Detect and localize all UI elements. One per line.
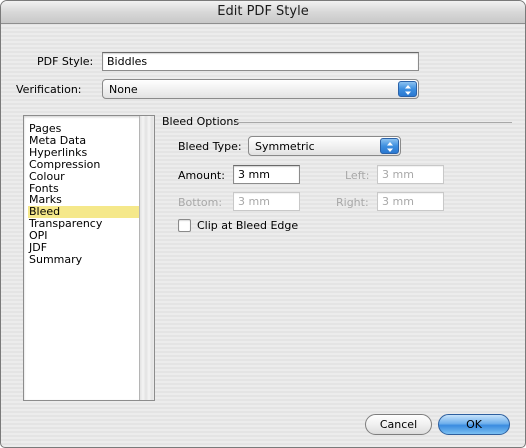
ok-button[interactable]: OK bbox=[438, 414, 510, 435]
popup-arrows-icon bbox=[398, 81, 417, 97]
bleed-type-selected-value: Symmetric bbox=[255, 140, 315, 153]
bottom-field[interactable]: 3 mm bbox=[233, 192, 300, 211]
sidebar-item-summary[interactable]: Summary bbox=[28, 253, 140, 266]
verification-selected-value: None bbox=[109, 83, 138, 96]
verification-label: Verification: bbox=[16, 83, 82, 96]
bottom-label: Bottom: bbox=[178, 196, 223, 209]
pdf-style-name-field[interactable]: Biddles bbox=[102, 52, 419, 71]
category-list-scrollbar[interactable] bbox=[139, 116, 154, 400]
left-field[interactable]: 3 mm bbox=[377, 165, 444, 184]
group-divider bbox=[234, 122, 512, 123]
popup-arrows-icon bbox=[380, 138, 399, 154]
edit-pdf-style-dialog: Edit PDF Style PDF Style: Biddles Verifi… bbox=[0, 0, 526, 448]
bleed-options-title: Bleed Options bbox=[162, 115, 240, 128]
verification-popup[interactable]: None bbox=[102, 79, 419, 99]
category-list[interactable]: Pages Meta Data Hyperlinks Compression Colou… bbox=[23, 115, 155, 401]
left-label: Left: bbox=[345, 169, 370, 182]
clip-at-bleed-edge-checkbox[interactable] bbox=[178, 219, 191, 232]
amount-label: Amount: bbox=[178, 169, 225, 182]
sidebar-item-hyperlinks[interactable]: Hyperlinks bbox=[28, 146, 140, 159]
right-field[interactable]: 3 mm bbox=[377, 192, 444, 211]
bleed-type-popup[interactable]: Symmetric bbox=[248, 136, 401, 156]
sidebar-item-compression[interactable]: Compression bbox=[28, 158, 140, 171]
bleed-type-label: Bleed Type: bbox=[178, 140, 242, 153]
clip-at-bleed-edge-label[interactable]: Clip at Bleed Edge bbox=[197, 219, 298, 232]
sidebar-item-colour[interactable]: Colour bbox=[28, 170, 140, 183]
amount-field[interactable]: 3 mm bbox=[233, 165, 300, 184]
dialog-title: Edit PDF Style bbox=[1, 1, 525, 24]
pdf-style-label: PDF Style: bbox=[37, 55, 94, 68]
right-label: Right: bbox=[336, 196, 369, 209]
cancel-button[interactable]: Cancel bbox=[365, 414, 432, 435]
